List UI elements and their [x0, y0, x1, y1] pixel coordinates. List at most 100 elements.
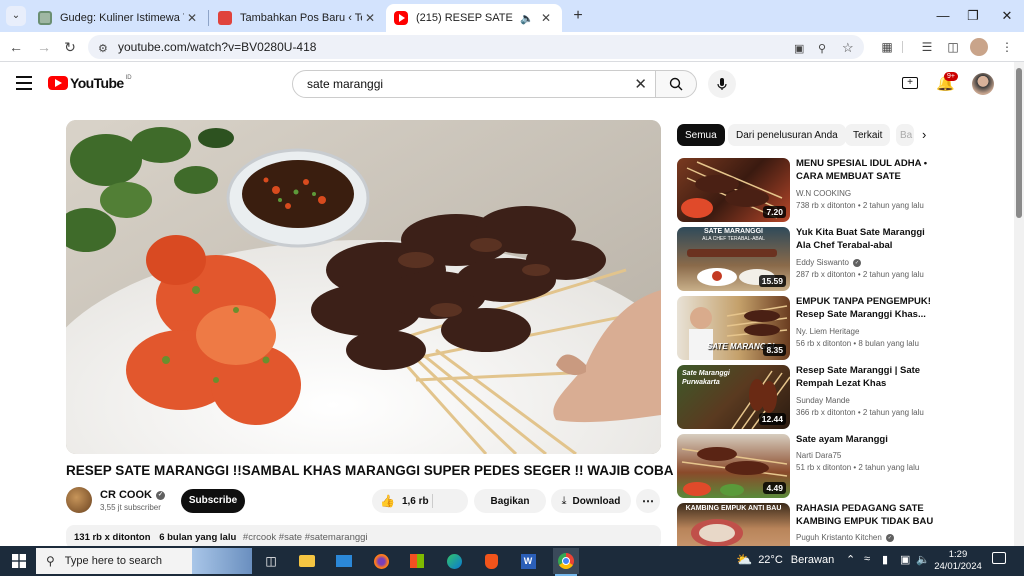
subscribe-button[interactable]: Subscribe: [181, 489, 245, 513]
hashtags[interactable]: #crcook #sate #satemaranggi: [243, 532, 368, 543]
chip-more[interactable]: Ba: [896, 124, 914, 146]
microphone-icon: [717, 78, 727, 90]
address-bar[interactable]: ⚙ youtube.com/watch?v=BV0280U-418 ▣ ⚲ ☆: [88, 35, 864, 59]
back-arrow-icon[interactable]: ←: [6, 37, 26, 57]
chip-semua[interactable]: Semua: [677, 124, 725, 146]
bookmark-star-icon[interactable]: ☆: [842, 40, 854, 56]
notification-badge: 9+: [944, 72, 958, 81]
taskbar-search-box[interactable]: ⚲ Type here to search: [36, 548, 252, 574]
recommendation-item[interactable]: Sate Maranggi Purwakarta 12.44 Resep Sat…: [677, 365, 1017, 429]
mail-icon[interactable]: [333, 551, 355, 571]
recommendation-thumbnail[interactable]: SATE MARANGGI ALA CHEF TERABAL-ABAL 15.5…: [677, 227, 790, 291]
install-app-icon[interactable]: ▣: [794, 42, 804, 55]
volume-icon[interactable]: 🔈: [916, 553, 930, 566]
store-icon[interactable]: [406, 551, 428, 571]
recommendation-title: Resep Sate Maranggi | Sate Rempah Lezat …: [796, 365, 921, 391]
recommendation-title: Yuk Kita Buat Sate Maranggi Ala Chef Ter…: [796, 227, 925, 251]
file-explorer-icon[interactable]: [296, 551, 318, 571]
tab-gudeg[interactable]: Gudeg: Kuliner Istimewa Yogyak ✕: [30, 4, 208, 32]
site-info-icon[interactable]: ⚙: [98, 42, 108, 55]
recommendation-item[interactable]: 7.20 MENU SPESIAL IDUL ADHA • CARA MEMBU…: [677, 158, 1017, 222]
recommendation-meta: 56 rb x ditonton • 8 bulan yang lalu: [796, 339, 919, 348]
tab-title: Gudeg: Kuliner Istimewa Yogyak: [60, 12, 184, 24]
tab-tambahkan-pos[interactable]: Tambahkan Pos Baru ‹ Teropong ✕: [210, 4, 386, 32]
recommendation-title: EMPUK TANPA PENGEMPUK! Resep Sate Marang…: [796, 296, 931, 320]
video-player[interactable]: [66, 120, 661, 454]
edge-icon[interactable]: [443, 551, 465, 571]
side-panel-icon[interactable]: ◫: [944, 38, 962, 56]
brave-icon[interactable]: [480, 551, 502, 571]
like-button[interactable]: 👍 1,6 rb: [380, 494, 429, 508]
recommendation-item[interactable]: 4.49 Sate ayam Maranggi Narti Dara75 51 …: [677, 434, 1017, 498]
cloudy-weather-icon: ⛅: [736, 552, 753, 567]
task-view-icon[interactable]: ◫: [260, 551, 282, 571]
clock[interactable]: 1:29 24/01/2024: [934, 549, 982, 573]
dislike-button[interactable]: [438, 493, 462, 509]
download-button[interactable]: ⤓ Download: [551, 489, 631, 513]
create-video-icon[interactable]: +: [902, 77, 918, 89]
notification-center-icon[interactable]: [992, 552, 1006, 564]
clear-search-icon[interactable]: ✕: [634, 75, 647, 93]
recommendation-title: MENU SPESIAL IDUL ADHA • CARA MEMBUAT SA…: [796, 158, 928, 184]
clock-date: 24/01/2024: [934, 561, 982, 572]
tab-search-button[interactable]: ⌄: [6, 6, 26, 26]
recommendation-channel: W.N COOKING: [796, 189, 852, 198]
tab-title: (215) RESEP SATE MARANGGI: [416, 12, 516, 24]
close-window-button[interactable]: ✕: [992, 6, 1022, 26]
recommendation-meta: 366 rb x ditonton • 2 tahun yang lalu: [796, 408, 924, 417]
recommendation-thumbnail[interactable]: 7.20: [677, 158, 790, 222]
chip-terkait[interactable]: Terkait: [845, 124, 891, 146]
channel-avatar[interactable]: [66, 487, 92, 513]
recommendation-item[interactable]: SATE MARANGGI ALA CHEF TERABAL-ABAL 15.5…: [677, 227, 1017, 291]
chrome-menu-icon[interactable]: ⋮: [998, 38, 1016, 56]
recommendation-thumbnail[interactable]: 4.49: [677, 434, 790, 498]
recommendation-title: RAHASIA PEDAGANG SATE KAMBING EMPUK TIDA…: [796, 503, 934, 529]
search-button[interactable]: [655, 70, 697, 98]
more-actions-button[interactable]: ⋯: [636, 489, 660, 513]
close-tab-icon[interactable]: ✕: [362, 11, 378, 25]
recommendation-thumbnail[interactable]: SATE MARANGGI 8.35: [677, 296, 790, 360]
search-input[interactable]: sate maranggi ✕: [292, 70, 656, 98]
word-icon[interactable]: W: [517, 551, 539, 571]
windows-taskbar: ⚲ Type here to search ◫ W ⛅ 22°C Berawan…: [0, 546, 1024, 576]
clock-time: 1:29: [948, 549, 968, 560]
voice-search-button[interactable]: [708, 70, 736, 98]
display-icon[interactable]: ▣: [900, 553, 910, 566]
weather-widget[interactable]: ⛅ 22°C Berawan: [736, 552, 834, 568]
media-controls-icon[interactable]: ☰: [918, 38, 936, 56]
share-label: Bagikan: [490, 495, 530, 507]
close-tab-icon[interactable]: ✕: [184, 11, 200, 25]
chip-dari-penelusuran[interactable]: Dari penelusuran Anda: [728, 124, 846, 146]
upload-age: 6 bulan yang lalu: [159, 532, 237, 543]
profile-avatar-icon[interactable]: [970, 38, 988, 56]
channel-name[interactable]: CR COOK ✓: [100, 489, 165, 501]
chrome-icon[interactable]: [553, 548, 579, 574]
restore-button[interactable]: ❐: [958, 6, 988, 26]
account-avatar[interactable]: [972, 73, 994, 95]
share-button[interactable]: Bagikan: [474, 489, 546, 513]
new-tab-button[interactable]: +: [568, 6, 588, 26]
recommendation-item[interactable]: SATE MARANGGI 8.35 EMPUK TANPA PENGEMPUK…: [677, 296, 1017, 360]
zoom-icon[interactable]: ⚲: [818, 42, 826, 55]
hamburger-menu-icon[interactable]: [16, 76, 32, 90]
close-tab-icon[interactable]: ✕: [538, 11, 554, 25]
tray-chevron-icon[interactable]: ⌃: [846, 553, 855, 566]
wifi-icon[interactable]: ≈: [864, 553, 870, 565]
chips-next-chevron-icon[interactable]: ›: [922, 127, 926, 142]
globe-favicon-icon: [38, 11, 52, 25]
windows-start-icon[interactable]: [8, 551, 30, 571]
tab-youtube-active[interactable]: (215) RESEP SATE MARANGGI 🔈 ✕: [386, 4, 562, 32]
minimize-button[interactable]: —: [928, 6, 958, 26]
recommendation-thumbnail[interactable]: Sate Maranggi Purwakarta 12.44: [677, 365, 790, 429]
youtube-logo[interactable]: YouTube ID: [48, 75, 132, 91]
speaker-icon[interactable]: 🔈: [520, 12, 534, 25]
forward-arrow-icon[interactable]: →: [34, 37, 54, 57]
battery-icon[interactable]: ▮: [882, 553, 888, 566]
extensions-puzzle-icon[interactable]: ▦: [878, 38, 896, 56]
search-icon: [669, 77, 683, 91]
video-thumbnail-food: [66, 120, 661, 454]
firefox-icon[interactable]: [370, 551, 392, 571]
browser-toolbar: ← → ↻ ⚙ youtube.com/watch?v=BV0280U-418 …: [0, 32, 1024, 62]
search-query: sate maranggi: [307, 77, 384, 91]
reload-icon[interactable]: ↻: [60, 37, 80, 57]
